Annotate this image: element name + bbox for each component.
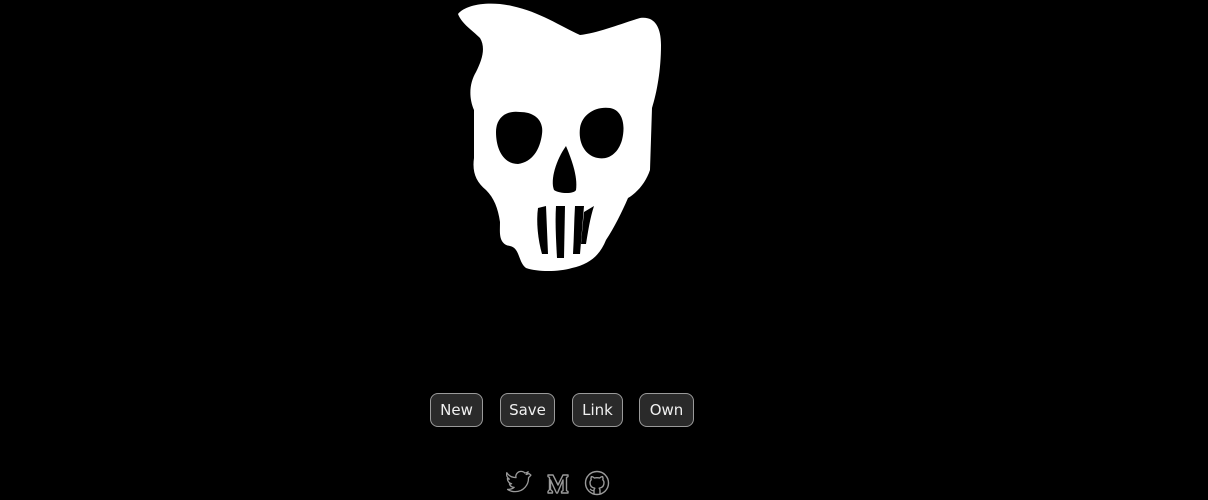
link-button[interactable]: Link bbox=[572, 393, 623, 427]
medium-link[interactable] bbox=[545, 470, 571, 496]
own-button[interactable]: Own bbox=[639, 393, 694, 427]
medium-icon bbox=[547, 474, 569, 494]
twitter-link[interactable] bbox=[506, 470, 532, 496]
toolbar: New Save Link Own bbox=[430, 393, 700, 427]
skull-tooth-2 bbox=[555, 206, 565, 258]
twitter-icon bbox=[506, 470, 532, 493]
save-button[interactable]: Save bbox=[500, 393, 555, 427]
github-icon bbox=[584, 470, 610, 496]
app-canvas: New Save Link Own bbox=[0, 0, 1208, 500]
github-link[interactable] bbox=[584, 470, 610, 496]
social-links bbox=[506, 470, 616, 496]
new-button[interactable]: New bbox=[430, 393, 483, 427]
